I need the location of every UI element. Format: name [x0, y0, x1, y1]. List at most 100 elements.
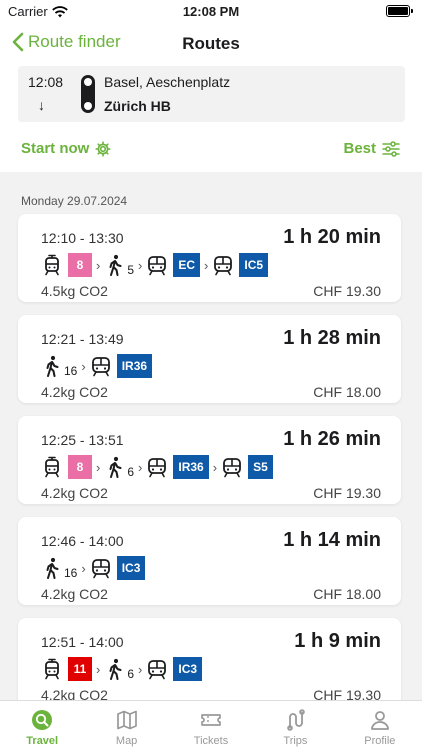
ticket-icon [200, 709, 222, 731]
route-leg: 16 [41, 556, 77, 580]
route-co2: 4.2kg CO2 [41, 586, 108, 602]
route-card[interactable]: 12:51 - 14:00 1 h 9 min 11 › 6 › IC3 4.2kg CO2 C… [18, 618, 401, 706]
route-legs: 8 › 6 › IR36 › S5 [41, 454, 273, 480]
route-legs: 8 › 5 › EC › IC5 [41, 252, 269, 278]
tab-label: Trips [283, 735, 308, 747]
travel-icon [31, 709, 53, 731]
chevron-right-icon: › [212, 459, 218, 475]
chevron-right-icon: › [138, 257, 143, 273]
battery-icon [386, 5, 413, 17]
gear-icon [95, 140, 111, 157]
route-duration: 1 h 26 min [283, 428, 381, 450]
sort-button[interactable]: Best [343, 140, 400, 157]
route-leg: 8 [41, 253, 92, 277]
route-times: 12:10 - 13:30 [41, 230, 124, 246]
tab-label: Profile [364, 735, 396, 747]
line-badge: S5 [248, 455, 273, 479]
route-co2: 4.5kg CO2 [41, 283, 108, 299]
route-leg: 6 [104, 455, 134, 479]
train-icon [90, 557, 112, 579]
walk-minutes: 16 [64, 566, 78, 580]
route-duration: 1 h 14 min [283, 529, 381, 551]
train-icon [146, 456, 168, 478]
route-leg: IC3 [90, 556, 146, 580]
train-icon [146, 658, 168, 680]
chevron-right-icon: › [96, 661, 101, 677]
route-leg: 8 [41, 455, 92, 479]
route-card[interactable]: 12:46 - 14:00 1 h 14 min 16 › IC3 4.2kg CO2 CH… [18, 517, 401, 605]
start-now-button[interactable]: Start now [21, 140, 111, 157]
route-price: CHF 19.30 [313, 485, 381, 501]
route-legs: 16 › IC3 [41, 555, 146, 581]
route-times: 12:25 - 13:51 [41, 432, 124, 448]
chevron-right-icon: › [138, 661, 143, 677]
route-legs: 11 › 6 › IC3 [41, 656, 203, 682]
tab-bar: Travel Map Tickets Trips Profile [0, 700, 422, 750]
walk-minutes: 16 [64, 364, 78, 378]
back-label: Route finder [28, 32, 121, 51]
route-leg: IC5 [212, 253, 269, 277]
route-duration: 1 h 20 min [283, 226, 381, 248]
route-leg: 5 [104, 253, 134, 277]
train-icon [212, 254, 234, 276]
walk-icon [104, 456, 126, 478]
route-leg: IR36 [146, 455, 209, 479]
tab-label: Map [115, 735, 138, 747]
tab-trips[interactable]: Trips [253, 701, 337, 750]
destination-stop: Zürich HB [104, 98, 171, 114]
tab-map[interactable]: Map [84, 701, 168, 750]
route-duration: 1 h 9 min [294, 630, 381, 652]
line-badge: 8 [68, 253, 92, 277]
arrow-down-icon: ↓ [38, 97, 45, 113]
route-duration: 1 h 28 min [283, 327, 381, 349]
walk-icon [41, 557, 63, 579]
chevron-right-icon: › [96, 459, 101, 475]
chevron-right-icon: › [96, 257, 101, 273]
date-header: Monday 29.07.2024 [21, 194, 128, 208]
line-badge: 8 [68, 455, 92, 479]
route-card[interactable]: 12:10 - 13:30 1 h 20 min 8 › 5 › EC › IC5 4.5kg C… [18, 214, 401, 302]
route-summary[interactable]: 12:08 ↓ Basel, Aeschenplatz Zürich HB [18, 66, 405, 122]
route-card[interactable]: 12:21 - 13:49 1 h 28 min 16 › IR36 4.2kg CO2 C… [18, 315, 401, 403]
tab-label: Travel [26, 735, 59, 747]
walk-icon [41, 355, 63, 377]
route-list: 12:10 - 13:30 1 h 20 min 8 › 5 › EC › IC5 4.5kg C… [18, 214, 401, 719]
route-times: 12:46 - 14:00 [41, 533, 124, 549]
route-leg: S5 [221, 455, 273, 479]
header: Route finder Routes 12:08 ↓ Basel, Aesch… [0, 24, 422, 172]
tab-label: Tickets [193, 735, 229, 747]
line-badge: EC [173, 253, 201, 277]
tab-travel[interactable]: Travel [0, 701, 84, 750]
route-leg: 6 [104, 657, 134, 681]
tram-icon [41, 456, 63, 478]
tram-icon [41, 254, 63, 276]
tab-tickets[interactable]: Tickets [169, 701, 253, 750]
route-card[interactable]: 12:25 - 13:51 1 h 26 min 8 › 6 › IR36 › S5 4.2kg … [18, 416, 401, 504]
start-now-label: Start now [21, 140, 90, 157]
line-badge: IC5 [239, 253, 269, 277]
route-leg: 16 [41, 354, 77, 378]
walk-minutes: 5 [127, 263, 135, 277]
chevron-left-icon [12, 32, 24, 52]
tram-icon [41, 658, 63, 680]
chevron-right-icon: › [81, 560, 86, 576]
tab-profile[interactable]: Profile [338, 701, 422, 750]
line-badge: 11 [68, 657, 92, 681]
walk-minutes: 6 [127, 465, 135, 479]
train-icon [146, 254, 168, 276]
route-co2: 4.2kg CO2 [41, 485, 108, 501]
walk-icon [104, 254, 126, 276]
train-icon [221, 456, 243, 478]
trips-icon [284, 709, 306, 731]
map-icon [116, 709, 138, 731]
sort-label: Best [343, 140, 376, 157]
route-times: 12:21 - 13:49 [41, 331, 124, 347]
route-price: CHF 18.00 [313, 384, 381, 400]
origin-stop: Basel, Aeschenplatz [104, 74, 231, 90]
back-button[interactable]: Route finder [12, 32, 121, 52]
walk-icon [104, 658, 126, 680]
profile-icon [369, 709, 391, 731]
chevron-right-icon: › [204, 257, 209, 273]
status-time: 12:08 PM [182, 4, 240, 19]
chevron-right-icon: › [81, 358, 86, 374]
